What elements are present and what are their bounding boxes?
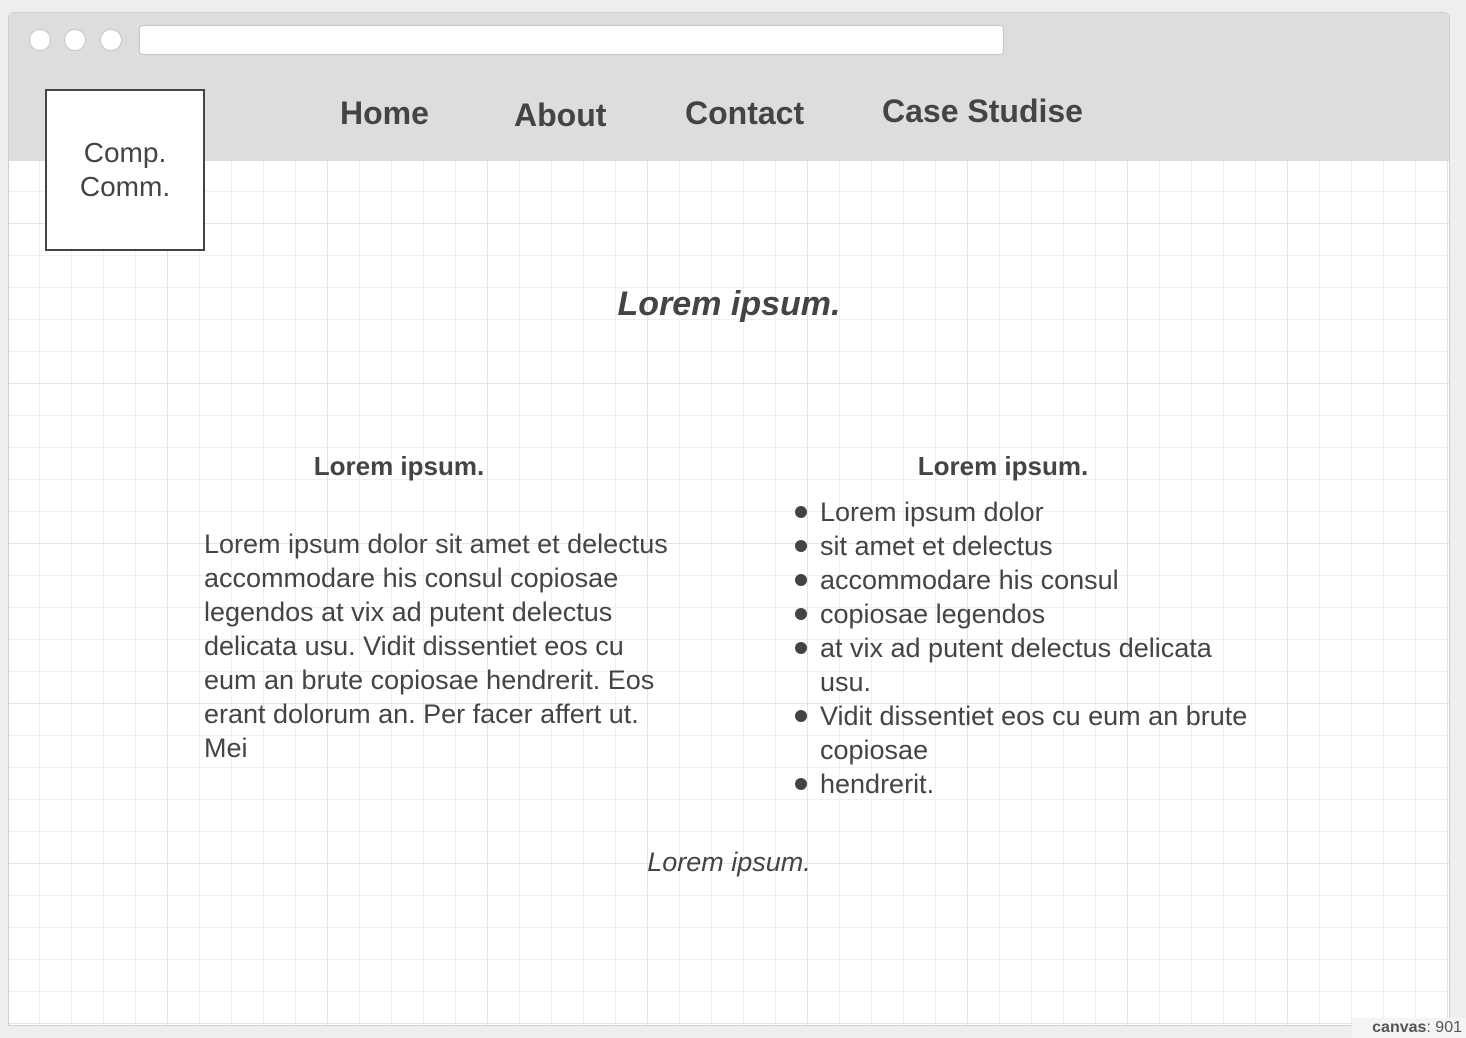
page-canvas: Home About Contact Case Studise Comp. Co…	[9, 65, 1449, 1025]
bullet-icon	[795, 540, 807, 552]
list-item-text: copiosae legendos	[820, 599, 1046, 629]
maximize-window-button[interactable]	[100, 29, 122, 51]
list-item: Lorem ipsum dolor	[793, 495, 1253, 529]
browser-window: Home About Contact Case Studise Comp. Co…	[8, 12, 1450, 1026]
bullet-icon	[795, 710, 807, 722]
nav-link-contact[interactable]: Contact	[685, 95, 804, 132]
list-item-text: Vidit dissentiet eos cu eum an brute cop…	[820, 701, 1248, 765]
bullet-icon	[795, 608, 807, 620]
right-column-heading: Lorem ipsum.	[917, 451, 1089, 481]
bullet-icon	[795, 506, 807, 518]
footer-caption: Lorem ipsum.	[647, 847, 811, 877]
site-navbar: Home About Contact Case Studise	[9, 65, 1449, 161]
nav-link-home[interactable]: Home	[340, 95, 429, 132]
page-title: Lorem ipsum.	[617, 285, 841, 323]
left-column-heading: Lorem ipsum.	[313, 451, 485, 481]
list-item: sit amet et delectus	[793, 529, 1253, 563]
bullet-icon	[795, 642, 807, 654]
company-logo[interactable]: Comp. Comm.	[45, 89, 205, 251]
bullet-icon	[795, 778, 807, 790]
list-item: at vix ad putent delectus delicata usu.	[793, 631, 1253, 699]
minimize-window-button[interactable]	[64, 29, 86, 51]
address-bar[interactable]	[139, 25, 1004, 55]
nav-link-case-studies[interactable]: Case Studise	[882, 93, 1083, 130]
close-window-button[interactable]	[29, 29, 51, 51]
list-item-text: sit amet et delectus	[820, 531, 1053, 561]
canvas-label-value: : 901	[1426, 1019, 1462, 1036]
browser-titlebar	[9, 13, 1449, 65]
list-item: copiosae legendos	[793, 597, 1253, 631]
nav-link-about[interactable]: About	[514, 97, 606, 134]
list-item: hendrerit.	[793, 767, 1253, 801]
list-item-text: at vix ad putent delectus delicata usu.	[820, 633, 1212, 697]
list-item: Vidit dissentiet eos cu eum an brute cop…	[793, 699, 1253, 767]
list-item-text: Lorem ipsum dolor	[820, 497, 1044, 527]
bullet-icon	[795, 574, 807, 586]
list-item: accommodare his consul	[793, 563, 1253, 597]
canvas-label-key: canvas	[1372, 1019, 1427, 1036]
canvas-size-label: canvas: 901	[1352, 1018, 1466, 1038]
right-column-bullet-list: Lorem ipsum dolor sit amet et delectus a…	[793, 495, 1253, 801]
list-item-text: accommodare his consul	[820, 565, 1119, 595]
left-column-paragraph: Lorem ipsum dolor sit amet et delectus a…	[204, 529, 668, 763]
list-item-text: hendrerit.	[820, 769, 935, 799]
logo-line-2: Comm.	[79, 171, 171, 202]
logo-line-1: Comp.	[83, 137, 167, 168]
